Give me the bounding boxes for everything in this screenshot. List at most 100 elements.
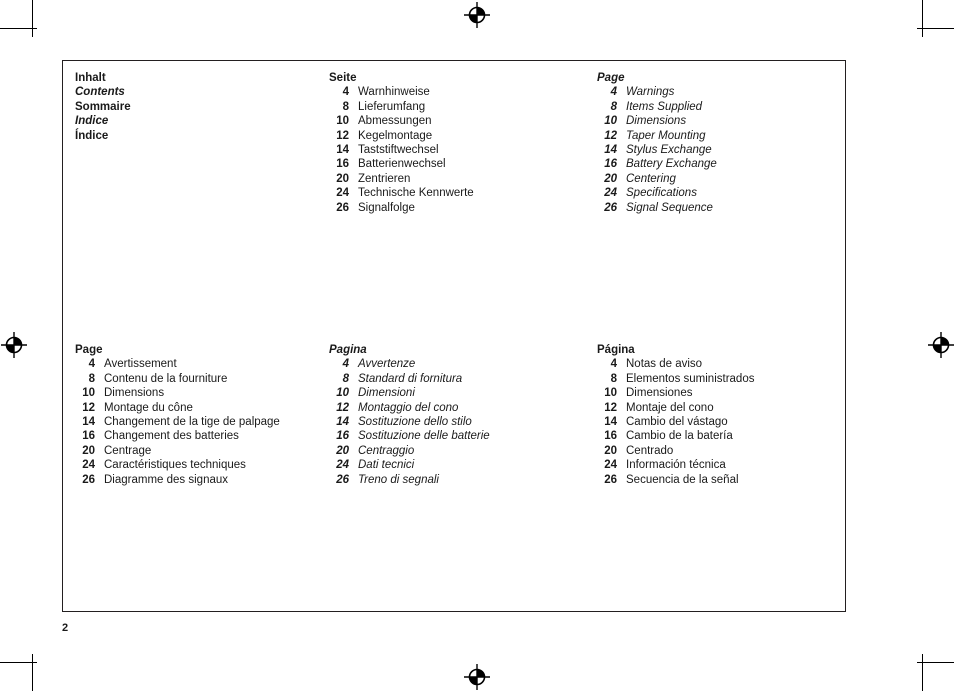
toc-entry[interactable]: 26 Diagramme des signaux [75, 473, 280, 487]
toc-entry[interactable]: 26 Signal Sequence [597, 201, 717, 215]
toc-entry-label: Batterienwechsel [358, 158, 446, 171]
toc-entry-label: Taper Mounting [626, 129, 706, 142]
toc-entry[interactable]: 10 Abmessungen [329, 114, 474, 128]
toc-list-italian: 4 Avvertenze 8 Standard di fornitura 10 Dim… [329, 357, 490, 487]
toc-entry[interactable]: 14 Changement de la tige de palpage [75, 415, 280, 429]
toc-column-english: Page 4 Warnings 8 Items Supplied 10 Dimensi… [597, 71, 717, 215]
toc-list-spanish: 4 Notas de aviso 8 Elementos suministrados… [597, 357, 754, 487]
toc-entry-page: 24 [336, 187, 349, 200]
toc-entry[interactable]: 12 Montage du cône [75, 401, 280, 415]
toc-entry[interactable]: 4 Warnhinweise [329, 85, 474, 99]
toc-entry[interactable]: 20 Zentrieren [329, 172, 474, 186]
toc-entry-label: Battery Exchange [626, 158, 717, 171]
toc-entry-page: 24 [604, 187, 617, 200]
toc-entry[interactable]: 8 Standard di fornitura [329, 372, 490, 386]
toc-list-english: 4 Warnings 8 Items Supplied 10 Dimensions 1… [597, 85, 717, 215]
toc-entry-label: Standard di fornitura [358, 372, 463, 385]
toc-entry-label: Centrado [626, 444, 674, 457]
toc-entry-page: 12 [336, 129, 349, 142]
toc-entry-page: 10 [336, 387, 349, 400]
toc-entry-page: 10 [604, 387, 617, 400]
toc-column-french: Page 4 Avertissement 8 Contenu de la fourn… [75, 343, 280, 487]
crop-mark-bottom-left-vertical [32, 654, 33, 691]
toc-entry-page: 24 [82, 459, 95, 472]
toc-entry-label: Caractéristiques techniques [104, 459, 246, 472]
toc-entry[interactable]: 8 Contenu de la fourniture [75, 372, 280, 386]
toc-entry-page: 12 [336, 401, 349, 414]
crop-mark-top-right-horizontal [917, 28, 954, 29]
toc-entry-label: Contenu de la fourniture [104, 372, 228, 385]
toc-entry-page: 20 [604, 172, 617, 185]
toc-entry-page: 16 [604, 430, 617, 443]
toc-entry[interactable]: 10 Dimensioni [329, 386, 490, 400]
registration-target-icon-bottom [464, 664, 490, 690]
crop-mark-top-left-horizontal [0, 28, 37, 29]
toc-entry[interactable]: 20 Centrado [597, 444, 754, 458]
toc-entry-label: Abmessungen [358, 115, 432, 128]
toc-entry[interactable]: 12 Taper Mounting [597, 129, 717, 143]
toc-entry-page: 26 [604, 201, 617, 214]
crop-mark-bottom-right-horizontal [917, 662, 954, 663]
toc-entry-page: 4 [88, 358, 95, 371]
toc-entry[interactable]: 10 Dimensions [597, 114, 717, 128]
toc-entry-page: 26 [604, 473, 617, 486]
toc-column-spanish: Página 4 Notas de aviso 8 Elementos sumini… [597, 343, 754, 487]
toc-entry-label: Technische Kennwerte [358, 187, 474, 200]
toc-entry-label: Treno di segnali [358, 473, 439, 486]
toc-entry[interactable]: 16 Sostituzione delle batterie [329, 429, 490, 443]
toc-entry[interactable]: 4 Notas de aviso [597, 357, 754, 371]
toc-entry[interactable]: 20 Centrage [75, 444, 280, 458]
toc-entry[interactable]: 16 Batterienwechsel [329, 157, 474, 171]
toc-entry[interactable]: 8 Items Supplied [597, 100, 717, 114]
toc-entry-label: Signalfolge [358, 201, 415, 214]
toc-entry-page: 14 [336, 144, 349, 157]
toc-entry[interactable]: 24 Technische Kennwerte [329, 186, 474, 200]
toc-entry-page: 14 [336, 416, 349, 429]
toc-entry[interactable]: 4 Warnings [597, 85, 717, 99]
toc-entry[interactable]: 24 Caractéristiques techniques [75, 458, 280, 472]
toc-entry[interactable]: 20 Centraggio [329, 444, 490, 458]
toc-entry-label: Elementos suministrados [626, 372, 755, 385]
toc-entry-label: Zentrieren [358, 172, 411, 185]
toc-entry[interactable]: 16 Changement des batteries [75, 429, 280, 443]
toc-entry-label: Lieferumfang [358, 100, 426, 113]
toc-entry-page: 14 [82, 416, 95, 429]
toc-entry-label: Specifications [626, 187, 697, 200]
toc-entry[interactable]: 24 Specifications [597, 186, 717, 200]
toc-entry[interactable]: 8 Elementos suministrados [597, 372, 755, 386]
toc-entry[interactable]: 24 Dati tecnici [329, 458, 490, 472]
toc-entry-page: 12 [604, 129, 617, 142]
toc-entry-page: 4 [610, 86, 617, 99]
toc-entry[interactable]: 16 Cambio de la batería [597, 429, 754, 443]
toc-entry[interactable]: 4 Avvertenze [329, 357, 490, 371]
toc-entry[interactable]: 14 Sostituzione dello stilo [329, 415, 490, 429]
toc-entry[interactable]: 12 Kegelmontage [329, 129, 474, 143]
toc-entry-label: Secuencia de la señal [626, 473, 739, 486]
toc-entry[interactable]: 12 Montaje del cono [597, 401, 754, 415]
toc-entry[interactable]: 20 Centering [597, 172, 717, 186]
toc-entry[interactable]: 10 Dimensions [75, 386, 280, 400]
toc-column-german: Seite 4 Warnhinweise 8 Lieferumfang 10 Abme… [329, 71, 474, 215]
toc-entry[interactable]: 26 Signalfolge [329, 201, 474, 215]
toc-entry-page: 20 [336, 444, 349, 457]
toc-entry[interactable]: 26 Treno di segnali [329, 473, 490, 487]
toc-entry-page: 12 [82, 401, 95, 414]
toc-entry-page: 20 [82, 444, 95, 457]
toc-entry[interactable]: 14 Cambio del vástago [597, 415, 754, 429]
toc-column-title-spanish: Página [597, 344, 635, 356]
toc-entry-label: Montage du cône [104, 401, 193, 414]
toc-entry-label: Dimensions [104, 387, 165, 400]
toc-entry[interactable]: 4 Avertissement [75, 357, 280, 371]
toc-entry[interactable]: 14 Stylus Exchange [597, 143, 717, 157]
toc-entry[interactable]: 26 Secuencia de la señal [597, 473, 754, 487]
crop-mark-top-left-vertical [32, 0, 33, 37]
toc-entry-label: Dati tecnici [358, 459, 415, 472]
content-frame: Inhalt Contents Sommaire Indice Índice S… [62, 60, 846, 612]
toc-entry[interactable]: 24 Información técnica [597, 458, 754, 472]
toc-entry[interactable]: 16 Battery Exchange [597, 157, 717, 171]
toc-entry[interactable]: 8 Lieferumfang [329, 100, 474, 114]
toc-entry[interactable]: 12 Montaggio del cono [329, 401, 490, 415]
toc-entry[interactable]: 10 Dimensiones [597, 386, 754, 400]
toc-entry[interactable]: 14 Taststiftwechsel [329, 143, 474, 157]
page-number: 2 [62, 622, 69, 634]
